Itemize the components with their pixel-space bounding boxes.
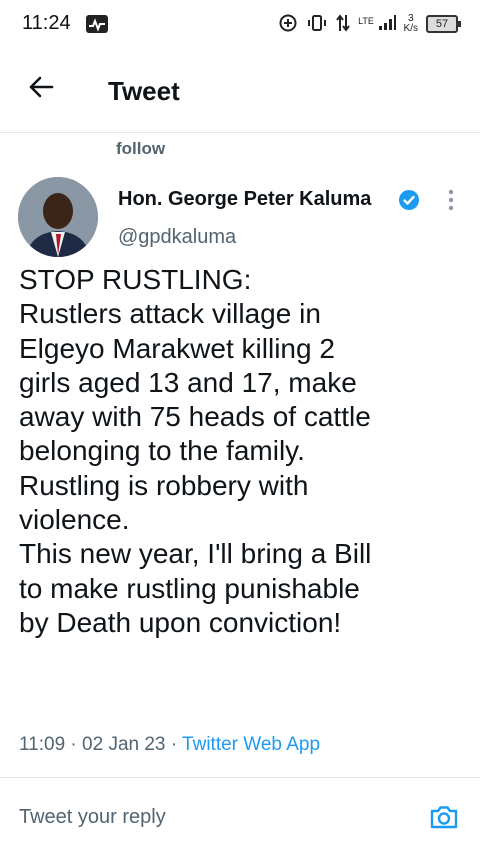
data-saver-icon <box>278 13 298 36</box>
more-options-icon[interactable] <box>441 188 461 212</box>
signal-icon: LTE <box>358 14 396 34</box>
activity-icon <box>86 15 108 33</box>
tweet-text-line: belonging to the family. <box>19 435 305 467</box>
data-transfer-icon <box>336 13 350 36</box>
arrow-left-icon <box>29 76 54 98</box>
meta-separator: · <box>170 734 178 755</box>
tweet-date: 02 Jan 23 <box>82 734 166 755</box>
top-app-bar: Tweet <box>0 50 480 133</box>
network-speed: 3 K/s <box>404 14 418 34</box>
reply-input[interactable] <box>19 806 399 829</box>
tweet-text-line: by Death upon conviction! <box>19 606 342 638</box>
divider <box>0 777 480 778</box>
tweet-text-line: STOP RUSTLING: <box>19 264 252 295</box>
status-bar: 11:24 LTE 3 K/s 57 <box>0 0 480 50</box>
tweet-text-line: Elgeyo Marakwet killing 2 <box>19 332 335 364</box>
tweet-text-line: This new year, I'll bring a Bill <box>19 538 372 570</box>
page-title: Tweet <box>108 76 180 106</box>
tweet-source-link[interactable]: Twitter Web App <box>182 734 320 755</box>
battery-icon: 57 <box>426 15 461 33</box>
verified-badge-icon <box>398 189 420 211</box>
tweet-meta: 11:09 · 02 Jan 23 · Twitter Web App <box>19 734 320 756</box>
author-handle[interactable]: @gpdkaluma <box>118 226 236 249</box>
tweet-text: STOP RUSTLING: Rustlers attack village i… <box>19 263 469 640</box>
avatar[interactable] <box>18 177 98 257</box>
back-button[interactable] <box>26 72 56 102</box>
tweet-text-line: girls aged 13 and 17, make <box>19 366 357 398</box>
vibrate-icon <box>306 13 328 36</box>
tweet-time: 11:09 <box>19 734 66 755</box>
tweet-text-line: away with 75 heads of cattle <box>19 401 371 433</box>
tweet-text-line: to make rustling punishable <box>19 572 360 604</box>
follow-link[interactable]: follow <box>116 139 165 159</box>
status-icons: LTE 3 K/s 57 <box>278 10 461 38</box>
tweet-text-line: Rustling is robbery with <box>19 469 309 501</box>
network-type: LTE <box>358 15 374 26</box>
meta-separator: · <box>70 734 77 755</box>
speed-unit: K/s <box>403 23 418 34</box>
author-name[interactable]: Hon. George Peter Kaluma <box>118 188 371 211</box>
status-time: 11:24 <box>22 12 71 34</box>
tweet-text-line: violence. <box>19 504 130 536</box>
camera-icon[interactable] <box>428 801 460 833</box>
tweet-text-line: Rustlers attack village in <box>19 298 321 330</box>
